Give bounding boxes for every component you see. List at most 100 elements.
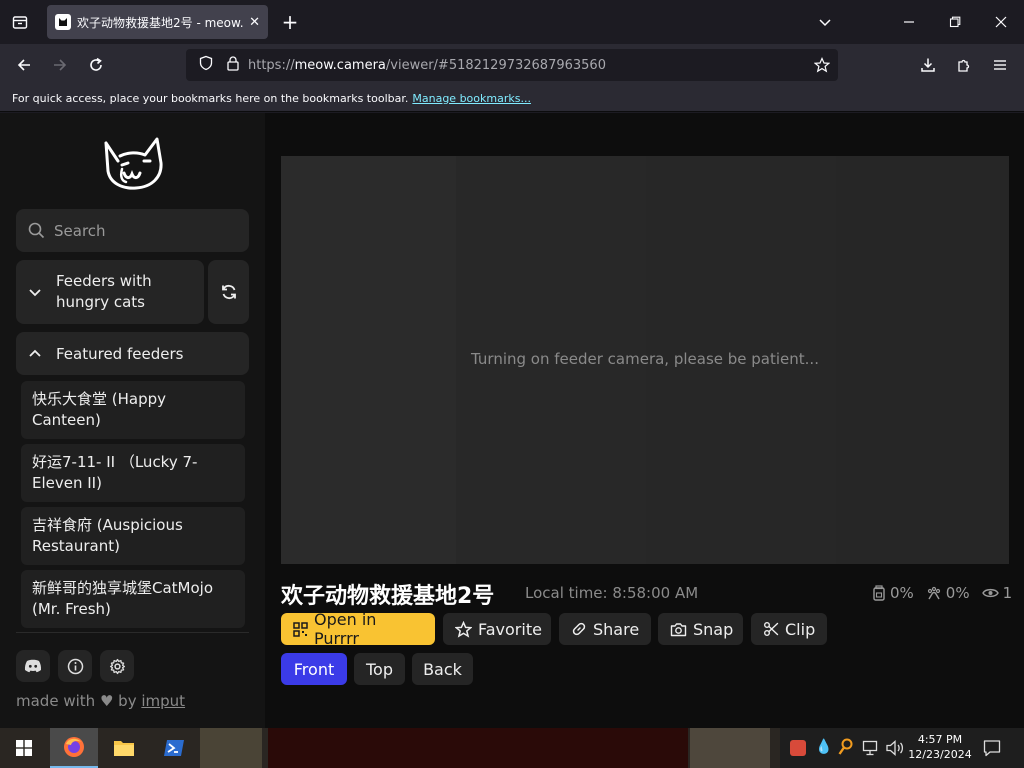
featured-feeder-item[interactable]: 好运7-11- II （Lucky 7-Eleven II) [21,444,245,502]
bookmarks-toolbar: For quick access, place your bookmarks h… [0,86,1024,112]
windows-start-icon[interactable] [0,728,48,768]
restore-icon[interactable] [943,10,967,34]
gear-icon [109,658,125,674]
tray-volume-icon[interactable] [886,740,904,760]
featured-feeder-item[interactable]: 快乐大食堂 (Happy Canteen) [21,381,245,439]
feeder-item-label: 好运7-11- II （Lucky 7-Eleven II) [32,453,198,492]
share-label: Share [593,619,640,639]
tab-active[interactable]: 欢子动物救援基地2号 - meow.c ✕ [47,5,268,39]
info-button[interactable] [58,650,92,682]
url-bar[interactable]: https://meow.camera/viewer/#518212973268… [186,49,838,81]
view-back-label: Back [423,659,462,679]
url-text[interactable]: https://meow.camera/viewer/#518212973268… [248,58,606,73]
feeder-item-label: 吉祥食府 (Auspicious Restaurant) [32,516,183,555]
featured-feeders-toggle[interactable]: Featured feeders [16,332,249,375]
bookmark-star-icon[interactable] [813,57,831,77]
notification-center-icon[interactable] [983,739,1001,761]
tab-title: 欢子动物救援基地2号 - meow.c [77,15,244,30]
downloads-icon[interactable] [916,53,940,77]
clip-button[interactable]: Clip [751,613,827,645]
viewer-count: 1 [1002,584,1013,602]
scissors-icon [763,621,779,637]
cat-level: 0% [945,584,970,602]
featured-feeder-item[interactable]: 吉祥食府 (Auspicious Restaurant) [21,507,245,565]
wallpaper-strip [690,728,770,768]
feeder-video-player[interactable]: Turning on feeder camera, please be pati… [281,156,1009,564]
bookmarks-message: For quick access, place your bookmarks h… [12,92,409,105]
browser-nav-bar: https://meow.camera/viewer/#518212973268… [0,44,1024,86]
view-top-label: Top [366,659,393,679]
featured-feeders-label: Featured feeders [56,344,184,363]
hungry-feeders-toggle[interactable]: Feeders with hungry cats [16,260,204,324]
camera-icon [670,622,687,637]
browser-tab-bar: 欢子动物救援基地2号 - meow.c ✕ + [0,0,1024,44]
made-with-credit: made with ♥ by imput [16,692,185,710]
taskbar-powershell-icon[interactable] [150,728,198,768]
wallpaper-strip [268,728,688,768]
settings-button[interactable] [100,650,134,682]
favorite-button[interactable]: Favorite [443,613,551,645]
view-top-button[interactable]: Top [354,653,405,685]
heart-icon: ♥ [99,692,114,710]
forward-arrow-icon[interactable] [48,53,72,77]
feeder-name: 欢子动物救援基地2号 [281,584,495,609]
open-in-purrrr-button[interactable]: Open in Purrrr [281,610,435,648]
link-icon [571,621,587,637]
snap-button[interactable]: Snap [658,613,743,645]
cat-paw-icon [927,586,940,600]
page-content: Search Feeders with hungry cats Featured… [0,113,1024,728]
food-container-icon [873,585,885,601]
author-link[interactable]: imput [141,692,185,710]
by-text: by [118,692,137,710]
meow-camera-logo-icon[interactable] [100,131,166,193]
new-tab-icon[interactable]: + [278,10,302,34]
system-tray: 💧 [780,728,1024,768]
feeder-item-label: 新鲜哥的独享城堡CatMojo (Mr. Fresh) [32,579,214,618]
search-placeholder: Search [54,221,106,240]
manage-bookmarks-link[interactable]: Manage bookmarks... [412,92,531,105]
view-back-button[interactable]: Back [412,653,473,685]
lock-icon[interactable] [226,55,240,75]
hungry-feeders-label: Feeders with hungry cats [56,272,152,311]
made-with-text: made with [16,692,96,710]
qr-code-icon [293,621,308,637]
favorite-label: Favorite [478,619,542,639]
tab-close-icon[interactable]: ✕ [249,15,260,30]
discord-icon [24,659,42,673]
loading-message: Turning on feeder camera, please be pati… [471,350,819,368]
cat-favicon-icon [55,14,71,30]
local-time: Local time: 8:58:00 AM [525,584,699,602]
chevron-down-icon [29,289,41,297]
feeder-item-label: 快乐大食堂 (Happy Canteen) [32,390,167,429]
tab-overview-icon[interactable] [8,10,32,34]
reload-icon[interactable] [84,53,108,77]
eye-icon [981,588,999,598]
discord-button[interactable] [16,650,50,682]
search-input[interactable]: Search [16,209,249,252]
windows-taskbar: 💧 4:57 PM 12/23/2024 [0,728,1024,768]
tray-search-icon[interactable] [838,738,854,760]
search-icon [28,222,45,239]
tray-drop-icon[interactable]: 💧 [815,739,832,755]
back-arrow-icon[interactable] [12,53,36,77]
list-tabs-chevron-icon[interactable] [813,10,837,34]
snap-label: Snap [693,619,734,639]
tray-shield-alert-icon[interactable] [790,740,806,756]
feeder-stats: 0% 0% 1 [872,584,1012,602]
star-icon [455,620,472,638]
window-close-icon[interactable] [989,10,1013,34]
taskbar-clock[interactable]: 4:57 PM 12/23/2024 [906,732,974,762]
wallpaper-strip [200,728,262,768]
tracking-shield-icon[interactable] [198,55,214,75]
hamburger-menu-icon[interactable] [988,53,1012,77]
extensions-puzzle-icon[interactable] [952,53,976,77]
view-front-label: Front [293,659,335,679]
taskbar-firefox-icon[interactable] [50,728,98,768]
refresh-button[interactable] [208,260,249,324]
taskbar-file-explorer-icon[interactable] [100,728,148,768]
featured-feeder-item[interactable]: 新鲜哥的独享城堡CatMojo (Mr. Fresh) [21,570,245,628]
view-front-button[interactable]: Front [281,653,347,685]
minimize-icon[interactable] [897,10,921,34]
tray-network-icon[interactable] [862,740,878,760]
share-button[interactable]: Share [559,613,651,645]
